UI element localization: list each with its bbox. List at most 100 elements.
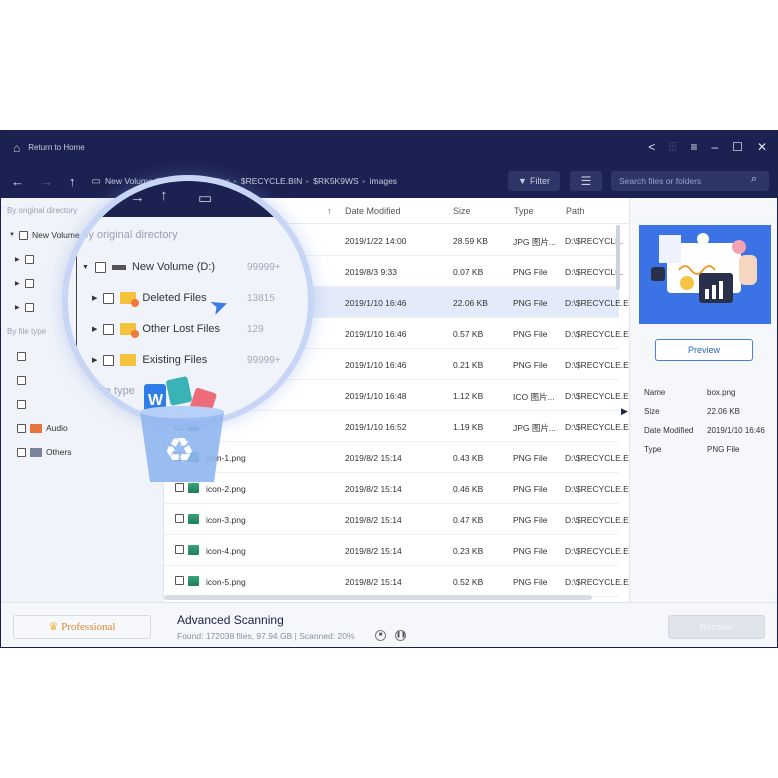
divider [68,217,77,421]
breadcrumb-item[interactable]: $RK5K9WS [313,176,358,186]
row-checkbox[interactable] [175,576,184,587]
png-file-icon [188,545,199,557]
file-type: PNG File [513,484,548,494]
minimize-button[interactable]: – [711,140,718,155]
table-row[interactable]: icon-4.png 2019/8/2 15:14 0.23 KB PNG Fi… [164,535,629,566]
svg-text:W: W [148,392,164,409]
file-size: 22.06 KB [453,298,488,308]
crown-icon: ♛ [48,621,59,633]
file-type: PNG File [513,298,548,308]
horizontal-scrollbar[interactable] [164,595,592,600]
breadcrumb-item[interactable]: images [370,176,397,186]
file-size: 0.46 KB [453,484,484,494]
vertical-scrollbar[interactable] [616,225,620,290]
tree-item-other-lost-files[interactable]: ▶ Other Lost Files 129 [92,323,264,338]
property-value: 2019/1/10 16:46 [707,426,765,435]
file-name: icon-4.png [206,546,246,556]
title-bar: ⌂ Return to Home < ⍐ ≡ – ☐ ✕ [1,131,777,164]
table-row[interactable]: icon-2.png 2019/8/2 15:14 0.46 KB PNG Fi… [164,473,629,504]
scan-status: Found: 172038 files, 97.94 GB | Scanned:… [177,631,355,641]
file-type: PNG File [513,267,548,277]
file-path: D:\$RECYCLE.E [565,422,629,432]
section-label: By original directory [81,229,178,241]
property-value: box.png [707,388,736,397]
lost-folder-icon [120,323,140,338]
file-path: D:\$RECYCLE.E [565,391,629,401]
file-date: 2019/8/3 9:33 [345,267,397,277]
file-path: D:\$RECYCLE. [565,236,624,246]
return-home-link[interactable]: Return to Home [28,143,84,152]
file-type: JPG 图片... [513,237,556,247]
tree-label: New Volume (D:) [131,261,216,273]
section-label: By file type [81,385,135,397]
png-file-icon [188,514,199,526]
property-label: Size [644,407,660,416]
search-icon[interactable]: ⌕ [751,173,757,186]
drive-icon [111,264,126,270]
menu-icon[interactable]: ≡ [690,140,697,155]
type-label: Audio [46,423,68,433]
cursor-icon: ➤ [206,290,232,321]
file-path: D:\$RECYCLE.E [565,484,629,494]
column-path[interactable]: Path [566,206,585,216]
column-type[interactable]: Type [514,206,534,216]
sort-icon[interactable]: ↑ [327,206,332,216]
file-size: 28.59 KB [453,236,488,246]
table-row[interactable]: icon-1.png 2019/8/2 15:14 0.43 KB PNG Fi… [164,442,629,473]
scan-title: Advanced Scanning [177,613,284,627]
back-button[interactable]: ← [11,174,24,189]
file-date: 2019/8/2 15:14 [345,546,402,556]
tree-item-volume[interactable]: ▼ New Volume (D:) 99999+ [82,261,281,273]
tree-label: Other Lost Files [142,323,221,335]
property-label: Type [644,445,662,454]
file-size: 1.19 KB [453,422,484,432]
maximize-button[interactable]: ☐ [732,140,743,155]
file-path: D:\$RECYCLE.E [565,329,629,339]
status-bar: ♛ Professional Advanced Scanning Found: … [1,602,777,648]
file-type: PNG File [513,515,548,525]
magnified-toolbar: → ↑ ▭ [68,181,308,217]
property-label: Name [644,388,666,397]
others-icon [30,447,42,457]
column-size[interactable]: Size [453,206,471,216]
preview-button[interactable]: Preview [655,339,753,361]
file-size: 1.12 KB [453,391,484,401]
file-size: 0.57 KB [453,329,484,339]
file-size: 0.07 KB [453,267,484,277]
collapse-panel-arrow[interactable]: ▶ [621,406,628,417]
row-checkbox[interactable] [175,545,184,556]
file-date: 2019/8/2 15:14 [345,453,402,463]
professional-button[interactable]: ♛ Professional [13,615,151,639]
export-icon[interactable]: ⍐ [669,140,676,155]
property-label: Date Modified [644,426,694,435]
tree-label: Deleted Files [142,292,207,304]
deleted-folder-icon [120,292,140,307]
table-row[interactable]: icon-3.png 2019/8/2 15:14 0.47 KB PNG Fi… [164,504,629,535]
home-icon[interactable]: ⌂ [13,141,20,155]
search-input[interactable] [611,171,769,191]
table-row[interactable]: icon-5.png 2019/8/2 15:14 0.52 KB PNG Fi… [164,566,629,597]
close-button[interactable]: ✕ [757,140,767,155]
file-path: D:\$RECYCLE.E [565,577,629,587]
stop-button[interactable]: ■ [375,630,386,641]
file-date: 2019/1/10 16:46 [345,360,407,370]
row-checkbox[interactable] [175,514,184,525]
file-type: PNG File [513,577,548,587]
view-menu-button[interactable]: ☰ [570,171,602,191]
filter-label: Filter [529,176,550,186]
recover-button[interactable]: Recover [668,615,765,639]
forward-button[interactable]: → [40,174,53,189]
file-name: icon-3.png [206,515,246,525]
scan-progress-bar [164,647,286,648]
file-path: D:\$RECYCLE.E [565,453,629,463]
column-date[interactable]: Date Modified [345,206,401,216]
file-date: 2019/1/10 16:52 [345,422,407,432]
details-panel: Preview Name box.png Size 22.06 KB Date Modi… [629,198,777,602]
tree-item-deleted-files[interactable]: ▶ Deleted Files 13815 [92,292,275,307]
filter-button[interactable]: ▼ Filter [508,171,560,191]
share-icon[interactable]: < [648,140,655,155]
file-date: 2019/8/2 15:14 [345,515,402,525]
pause-button[interactable]: ❚❚ [395,630,406,641]
svg-text:♻: ♻ [164,431,194,471]
property-value: 22.06 KB [707,407,740,416]
